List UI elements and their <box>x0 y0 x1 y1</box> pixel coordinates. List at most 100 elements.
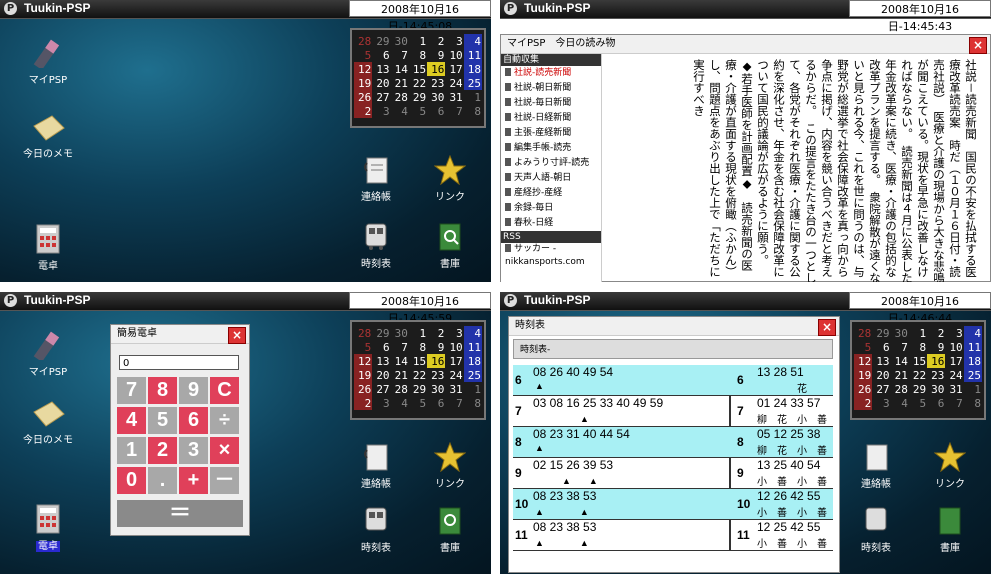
sidebar-item[interactable]: 余録-毎日 <box>501 201 601 216</box>
title-bar: P Tuukin-PSP 2008年10月16日-14:45:43 <box>500 0 991 33</box>
key-7[interactable]: 7 <box>117 377 146 404</box>
memo-shortcut[interactable]: 今日のメモ <box>8 398 88 446</box>
key-1[interactable]: 1 <box>117 437 146 464</box>
table-row: 7 03 08 16 25 33 40 49 59 ▲ 7 01 24 33 57 柳 … <box>513 396 833 427</box>
note-icon <box>33 115 65 141</box>
calculator-window: 簡易電卓 × 0 7 8 9 C 4 5 6 ÷ 1 2 3 × 0 . + －… <box>110 324 250 536</box>
table-row: 10 08 23 38 53 ▲ ▲ 10 12 26 42 55 小 善 小 善 <box>513 489 833 520</box>
table-row: 9 02 15 26 39 53 ▲ ▲ 9 13 25 40 54 小 善 小 善 <box>513 458 833 489</box>
contacts-label: 連絡帳 <box>361 479 391 490</box>
my-psp-label: マイPSP <box>28 75 68 86</box>
sidebar-item[interactable]: 社説-読売新聞 <box>501 66 601 81</box>
close-button[interactable]: × <box>969 37 987 54</box>
key-9[interactable]: 9 <box>179 377 208 404</box>
key-4[interactable]: 4 <box>117 407 146 434</box>
contacts-shortcut[interactable]: 連絡帳 <box>336 442 416 490</box>
key-2[interactable]: 2 <box>148 437 177 464</box>
key-multiply[interactable]: × <box>210 437 239 464</box>
library-shortcut[interactable]: 書庫 <box>910 506 990 554</box>
table-row: 6 08 26 40 49 54 ▲ 6 13 28 51 花 <box>513 365 833 396</box>
key-divide[interactable]: ÷ <box>210 407 239 434</box>
key-minus[interactable]: － <box>210 467 239 494</box>
pen-icon <box>33 39 60 68</box>
key-clear[interactable]: C <box>210 377 239 404</box>
library-shortcut[interactable]: 書庫 <box>410 506 490 554</box>
key-plus[interactable]: + <box>179 467 208 494</box>
app-title: Tuukin-PSP <box>24 1 91 15</box>
calc-shortcut[interactable]: 電卓 <box>8 224 88 272</box>
clock: 2008年10月16日-14:45:08 <box>349 0 491 33</box>
key-3[interactable]: 3 <box>179 437 208 464</box>
phone-book-icon <box>364 157 388 184</box>
timetable-window: 時刻表 × 時刻表- 6 08 26 40 49 54 ▲ 6 13 28 51 花 7… <box>508 316 840 573</box>
clock: 2008年10月16日-14:45:43 <box>849 0 991 33</box>
key-equals[interactable]: ＝ <box>117 500 243 527</box>
sidebar-item[interactable]: よみうり寸評-読売 <box>501 156 601 171</box>
timetable-label: 時刻表 <box>861 543 891 554</box>
star-icon <box>434 155 466 185</box>
clock: 2008年10月16日-14:46:44 <box>849 292 991 325</box>
close-button[interactable]: × <box>818 319 836 336</box>
note-icon <box>33 401 65 427</box>
library-shortcut[interactable]: 書庫 <box>410 222 490 270</box>
group-header: 自動収集 <box>501 54 601 66</box>
sidebar-item[interactable]: 春秋-日経 <box>501 216 601 231</box>
calendar: 28 29 30 1 2 3 4 5 6 7 8 9 10 11 12 13 14 15 16 17 18 19 20… <box>350 28 486 128</box>
calendar: 28 29 30 1 2 3 4 5 6 7 8 9 10 11 12 13 14 15 16 17 18 19 20… <box>350 320 486 420</box>
close-button[interactable]: × <box>228 327 246 344</box>
timetable-shortcut[interactable]: 時刻表 <box>836 506 916 554</box>
timetable-shortcut[interactable]: 時刻表 <box>336 506 416 554</box>
title-bar: P Tuukin-PSP 2008年10月16日-14:45:08 <box>0 0 491 33</box>
my-psp-shortcut[interactable]: マイPSP <box>8 38 88 86</box>
sidebar-item[interactable]: 社説-毎日新聞 <box>501 96 601 111</box>
library-label: 書庫 <box>440 543 460 554</box>
reader-sidebar: 自動収集 社説-読売新聞 社説-朝日新聞 社説-毎日新聞 社説-日経新聞 主張-… <box>501 54 602 282</box>
phone-book-icon <box>364 444 388 471</box>
calc-label: 電卓 <box>38 261 58 272</box>
links-shortcut[interactable]: リンク <box>410 155 490 203</box>
sidebar-item[interactable]: 編集手帳-読売 <box>501 141 601 156</box>
timetable-shortcut[interactable]: 時刻表 <box>336 222 416 270</box>
library-label: 書庫 <box>440 259 460 270</box>
library-label: 書庫 <box>940 543 960 554</box>
key-8[interactable]: 8 <box>148 377 177 404</box>
timetable-subtitle: 時刻表- <box>513 339 833 359</box>
links-shortcut[interactable]: リンク <box>910 442 990 490</box>
contacts-shortcut[interactable]: 連絡帳 <box>336 155 416 203</box>
sidebar-item[interactable]: 天声人語-朝日 <box>501 171 601 186</box>
calendar-grid: 28 29 30 1 2 3 4 5 6 7 8 9 10 11 12 13 14 15 16 17 18 19 20… <box>354 34 482 118</box>
desktop-panel-2: P Tuukin-PSP 2008年10月16日-14:45:43 マイPSP … <box>500 0 991 282</box>
links-shortcut[interactable]: リンク <box>410 442 490 490</box>
desktop-panel-4: P Tuukin-PSP 2008年10月16日-14:46:44 時刻表 × … <box>500 292 991 574</box>
app-logo-icon: P <box>504 294 517 307</box>
memo-label: 今日のメモ <box>23 149 73 160</box>
sidebar-item[interactable]: 産経抄-産経 <box>501 186 601 201</box>
train-icon <box>365 507 387 531</box>
key-6[interactable]: 6 <box>179 407 208 434</box>
calendar-grid: 28 29 30 1 2 3 4 5 6 7 8 9 10 11 12 13 14 15 16 17 18 19 20… <box>354 326 482 410</box>
key-5[interactable]: 5 <box>148 407 177 434</box>
article-text: 社説－読売新聞 国民の不安を払拭する医療改革読売案 時だ（１０月１６日付・読売社… <box>692 59 978 282</box>
reader-title: マイPSP 今日の読み物 <box>501 35 990 54</box>
key-0[interactable]: 0 <box>117 467 146 494</box>
timetable-grid: 6 08 26 40 49 54 ▲ 6 13 28 51 花 7 03 08 16 25… <box>513 365 833 551</box>
timetable-title: 時刻表 <box>509 317 839 336</box>
calendar: 28 29 30 1 2 3 4 5 6 7 8 9 10 11 12 13 14 15 16 17 18 19 20… <box>850 320 986 420</box>
group-header: RSS <box>501 231 601 243</box>
calc-shortcut[interactable]: 電卓 <box>8 504 88 552</box>
contacts-label: 連絡帳 <box>861 479 891 490</box>
links-label: リンク <box>435 192 465 203</box>
links-label: リンク <box>435 479 465 490</box>
key-decimal[interactable]: . <box>148 467 177 494</box>
memo-shortcut[interactable]: 今日のメモ <box>8 112 88 160</box>
train-icon <box>365 223 387 250</box>
sidebar-item[interactable]: 社説-日経新聞 <box>501 111 601 126</box>
sidebar-item[interactable]: 社説-朝日新聞 <box>501 81 601 96</box>
table-row: 8 08 23 31 40 44 54 ▲ 8 05 12 25 38 柳 花 小 善 <box>513 427 833 458</box>
star-icon <box>934 442 966 472</box>
sidebar-item[interactable]: サッカー - nikkansports.com <box>501 243 601 269</box>
sidebar-item[interactable]: 主張-産経新聞 <box>501 126 601 141</box>
my-psp-shortcut[interactable]: マイPSP <box>8 330 88 378</box>
reader-window: マイPSP 今日の読み物 × 自動収集 社説-読売新聞 社説-朝日新聞 社説-毎… <box>500 34 991 282</box>
contacts-shortcut[interactable]: 連絡帳 <box>836 442 916 490</box>
